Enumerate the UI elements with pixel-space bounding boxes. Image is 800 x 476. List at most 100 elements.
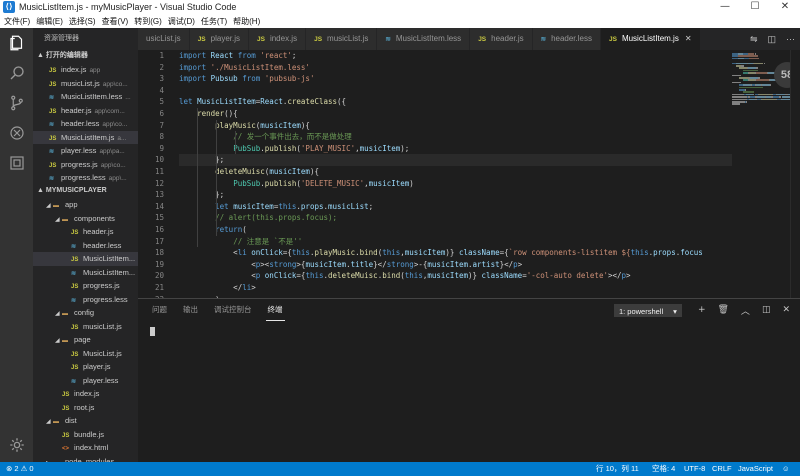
menu-file[interactable]: 文件(F) xyxy=(2,16,32,27)
code-line[interactable] xyxy=(179,85,732,97)
editor-tab[interactable]: JS index.js xyxy=(249,28,307,50)
minimize-button[interactable]: — xyxy=(710,0,740,14)
editor-scrollbar[interactable] xyxy=(790,50,800,298)
tree-file-item[interactable]: JS header.js xyxy=(33,225,138,239)
open-editor-item[interactable]: JS musicList.js app\co... xyxy=(33,77,138,91)
terminal-select[interactable]: 1: powershell ▾ xyxy=(613,303,682,317)
feedback-icon[interactable]: ☺ xyxy=(782,462,790,476)
code-line[interactable]: // alert(this.props.focus); xyxy=(179,212,732,224)
tab-problems[interactable]: 问题 xyxy=(150,299,169,321)
tree-file-item[interactable]: ≋ header.less xyxy=(33,239,138,253)
open-editor-item[interactable]: ≋ header.less app\co... xyxy=(33,117,138,131)
folder-item[interactable]: ◢ ▬ app xyxy=(33,198,138,212)
split-panel-icon[interactable]: ◫ xyxy=(762,305,771,315)
trash-icon[interactable]: 🗑 xyxy=(717,305,728,315)
indentation[interactable]: 空格: 4 xyxy=(652,462,675,476)
open-editor-item[interactable]: ≋ MusicListItem.less... xyxy=(33,90,138,104)
more-actions-icon[interactable]: ··· xyxy=(786,34,795,44)
maximize-button[interactable]: ☐ xyxy=(740,0,770,14)
code-line[interactable]: deleteMuisc(musicItem){ xyxy=(179,166,732,178)
code-line[interactable]: playMusic(musicItem){ xyxy=(179,120,732,132)
terminal-cursor[interactable] xyxy=(150,327,155,336)
editor-tab[interactable]: JS musicList.js xyxy=(306,28,378,50)
maximize-panel-icon[interactable]: ︿ xyxy=(741,304,750,317)
editor-tab[interactable]: ≋ header.less xyxy=(532,28,601,50)
tree-file-item[interactable]: ≋ player.less xyxy=(33,374,138,388)
code-line[interactable]: // 发一个事件出去，而不是做处理 xyxy=(179,131,732,143)
open-editor-item[interactable]: JS index.js app xyxy=(33,63,138,77)
gear-icon[interactable] xyxy=(0,430,33,460)
folder-item[interactable]: ◢ ▬ page xyxy=(33,333,138,347)
code-editor[interactable]: 12345678910111213141516171819202122 impo… xyxy=(138,50,800,298)
line-ending[interactable]: CRLF xyxy=(712,462,732,476)
open-editor-item[interactable]: JS progress.js app\co... xyxy=(33,158,138,172)
explorer-icon[interactable] xyxy=(0,28,33,58)
code-line[interactable]: <li onClick={this.playMusic.bind(this,mu… xyxy=(179,247,732,259)
close-panel-icon[interactable]: ✕ xyxy=(782,305,790,315)
code-line[interactable]: import Pubsub from 'pubsub-js' xyxy=(179,73,732,85)
code-line[interactable]: </li> xyxy=(179,282,732,294)
menu-edit[interactable]: 编辑(E) xyxy=(34,16,65,27)
open-editors-header[interactable]: ▲ 打开的编辑器 xyxy=(33,49,138,62)
folder-item[interactable]: ◢ ▬ components xyxy=(33,212,138,226)
compare-icon[interactable]: ⇋ xyxy=(750,34,758,45)
menu-help[interactable]: 帮助(H) xyxy=(231,16,262,27)
menu-selection[interactable]: 选择(S) xyxy=(67,16,98,27)
folder-item[interactable]: ▸▬node_modules xyxy=(33,455,138,463)
menu-debug[interactable]: 调试(D) xyxy=(166,16,197,27)
search-icon[interactable] xyxy=(0,58,33,88)
tree-file-item[interactable]: ≋ MusicListItem... xyxy=(33,266,138,280)
code-line[interactable]: PubSub.publish('PLAY_MUSIC',musicItem); xyxy=(179,143,732,155)
open-editor-item[interactable]: JS MusicListItem.js a... xyxy=(33,130,138,144)
code-area[interactable]: import React from 'react'; import './Musi… xyxy=(179,50,732,298)
code-line[interactable]: return( xyxy=(179,224,732,236)
folder-item[interactable]: ◢ ▬ config xyxy=(33,306,138,320)
minimap[interactable] xyxy=(732,50,800,298)
new-terminal-icon[interactable]: + xyxy=(698,305,706,315)
code-line[interactable]: // 注意是 `不是'' xyxy=(179,236,732,248)
code-line[interactable]: let musicItem=this.props.musicList; xyxy=(179,201,732,213)
open-editor-item[interactable]: ≋ player.less app\pa... xyxy=(33,144,138,158)
tree-file-item[interactable]: JS root.js xyxy=(33,401,138,415)
code-line[interactable]: import './MusicListItem.less' xyxy=(179,62,732,74)
close-icon[interactable]: ✕ xyxy=(685,34,692,43)
editor-tab[interactable]: ≋ MusicListItem.less xyxy=(377,28,471,50)
project-header[interactable]: ▲ MYMUSICPLAYER xyxy=(33,184,138,197)
tree-file-item[interactable]: JS player.js xyxy=(33,360,138,374)
tree-file-item[interactable]: JS musicList.js xyxy=(33,320,138,334)
tree-file-item[interactable]: <> index.html xyxy=(33,441,138,455)
source-control-icon[interactable] xyxy=(0,88,33,118)
editor-tab[interactable]: usicList.js xyxy=(138,28,190,50)
split-editor-icon[interactable]: ◫ xyxy=(767,34,776,45)
tree-file-item[interactable]: JS MusicListItem... xyxy=(33,252,138,266)
code-line[interactable]: render(){ xyxy=(179,108,732,120)
code-line[interactable]: }; xyxy=(179,154,732,166)
menu-view[interactable]: 查看(V) xyxy=(100,16,131,27)
tree-file-item[interactable]: JS progress.js xyxy=(33,279,138,293)
problems-indicator[interactable]: ⊗ 2 ⚠ 0 xyxy=(6,462,34,476)
tree-file-item[interactable]: ≋ progress.less xyxy=(33,293,138,307)
menu-tasks[interactable]: 任务(T) xyxy=(199,16,229,27)
cursor-position[interactable]: 行 10，列 11 xyxy=(596,462,639,476)
editor-tab[interactable]: JS MusicListItem.js ✕ xyxy=(600,28,701,50)
open-editor-item[interactable]: ≋ progress.less app\... xyxy=(33,171,138,185)
code-line[interactable]: }; xyxy=(179,189,732,201)
open-editor-item[interactable]: JS header.js app\com... xyxy=(33,104,138,118)
folder-item[interactable]: ◢ ▬ dist xyxy=(33,414,138,428)
code-line[interactable]: <p><strong>{musicItem.title}</strong>-{m… xyxy=(179,259,732,271)
tree-file-item[interactable]: JS MusicList.js xyxy=(33,347,138,361)
close-window-button[interactable]: ✕ xyxy=(770,0,800,14)
code-line[interactable]: let MusicListItem=React.createClass({ xyxy=(179,96,732,108)
tree-file-item[interactable]: JS index.js xyxy=(33,387,138,401)
menu-go[interactable]: 转到(G) xyxy=(132,16,164,27)
tab-debug-console[interactable]: 调试控制台 xyxy=(212,299,254,321)
debug-icon[interactable] xyxy=(0,118,33,148)
tab-output[interactable]: 输出 xyxy=(181,299,200,321)
code-line[interactable]: import React from 'react'; xyxy=(179,50,732,62)
language-mode[interactable]: JavaScript xyxy=(738,462,773,476)
editor-tab[interactable]: JS header.js xyxy=(470,28,533,50)
editor-tab[interactable]: JS player.js xyxy=(189,28,249,50)
code-line[interactable]: PubSub.publish('DELETE_MUSIC',musicItem) xyxy=(179,178,732,190)
tab-terminal[interactable]: 终端 xyxy=(265,299,285,321)
code-line[interactable]: <p onClick={this.deleteMuisc.bind(this,m… xyxy=(179,270,732,282)
